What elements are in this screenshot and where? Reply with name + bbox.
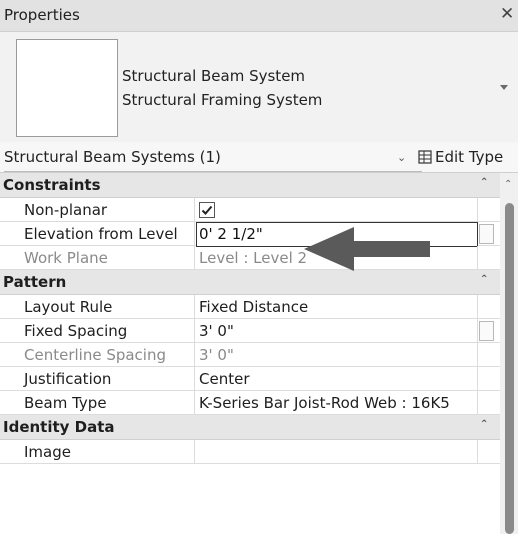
column-divider (477, 367, 478, 391)
column-divider (477, 198, 478, 222)
checkmark-icon (201, 205, 213, 215)
parameter-button[interactable] (479, 321, 494, 341)
filter-underline (4, 171, 422, 172)
section-label: Constraints (3, 176, 101, 194)
chevron-down-icon[interactable]: ⌄ (397, 151, 406, 164)
property-row-centerline-spacing: Centerline Spacing 3' 0" (0, 343, 500, 367)
column-divider (477, 295, 478, 319)
property-row-beam-type[interactable]: Beam Type K-Series Bar Joist-Rod Web : 1… (0, 391, 500, 415)
property-value[interactable]: 3' 0" (199, 322, 234, 340)
property-row-layout-rule[interactable]: Layout Rule Fixed Distance (0, 295, 500, 319)
properties-titlebar: Properties ✕ (0, 0, 518, 32)
property-name: Fixed Spacing (0, 319, 195, 343)
property-name: Image (0, 440, 195, 464)
collapse-icon[interactable]: ⌃ (480, 419, 488, 430)
instance-filter-dropdown[interactable]: Structural Beam Systems (1) (4, 148, 422, 172)
type-selector[interactable]: Structural Beam System Structural Framin… (0, 32, 518, 142)
edit-type-button[interactable]: Edit Type (418, 148, 503, 166)
property-name: Non-planar (0, 198, 195, 222)
non-planar-checkbox[interactable] (199, 202, 215, 218)
type-family-name: Structural Beam System (122, 67, 306, 85)
instance-filter-bar: Structural Beam Systems (1) ⌄ Edit Type (0, 142, 518, 173)
section-label: Identity Data (3, 418, 115, 436)
edit-type-icon (418, 150, 432, 164)
column-divider (477, 319, 478, 343)
close-icon[interactable]: ✕ (500, 5, 516, 23)
column-divider (477, 343, 478, 367)
vertical-scrollbar[interactable]: ⌃ (500, 173, 518, 534)
property-row-image[interactable]: Image (0, 440, 500, 464)
panel-title: Properties (4, 6, 80, 24)
collapse-icon[interactable]: ⌃ (480, 177, 488, 188)
collapse-icon[interactable]: ⌃ (480, 274, 488, 285)
column-divider (477, 246, 478, 270)
property-name: Work Plane (0, 246, 195, 270)
property-name: Justification (0, 367, 195, 391)
property-row-fixed-spacing[interactable]: Fixed Spacing 3' 0" (0, 319, 500, 343)
annotation-arrow-icon (304, 227, 430, 271)
type-preview-image (16, 39, 118, 137)
property-value: 3' 0" (199, 346, 234, 364)
property-value: Level : Level 2 (199, 249, 308, 267)
edit-type-label: Edit Type (435, 148, 504, 166)
scroll-up-icon[interactable]: ⌃ (504, 179, 512, 190)
property-row-justification[interactable]: Justification Center (0, 367, 500, 391)
section-identity-data[interactable]: Identity Data ⌃ (0, 415, 500, 440)
scrollbar-thumb[interactable] (505, 203, 514, 534)
property-name: Elevation from Level (0, 222, 195, 246)
property-row-non-planar[interactable]: Non-planar (0, 198, 500, 222)
type-dropdown-icon[interactable] (498, 81, 510, 93)
property-value[interactable]: Fixed Distance (199, 298, 308, 316)
property-name: Layout Rule (0, 295, 195, 319)
property-value[interactable]: Center (199, 370, 250, 388)
property-value[interactable]: K-Series Bar Joist-Rod Web : 16K5 (199, 394, 450, 412)
parameter-button[interactable] (479, 224, 494, 244)
column-divider (477, 440, 478, 464)
section-constraints[interactable]: Constraints ⌃ (0, 173, 500, 198)
elevation-value: 0' 2 1/2" (199, 225, 263, 243)
instance-filter-label: Structural Beam Systems (1) (4, 148, 221, 166)
property-name: Centerline Spacing (0, 343, 195, 367)
type-name: Structural Framing System (122, 91, 323, 109)
column-divider (477, 391, 478, 415)
section-label: Pattern (3, 273, 67, 291)
property-name: Beam Type (0, 391, 195, 415)
